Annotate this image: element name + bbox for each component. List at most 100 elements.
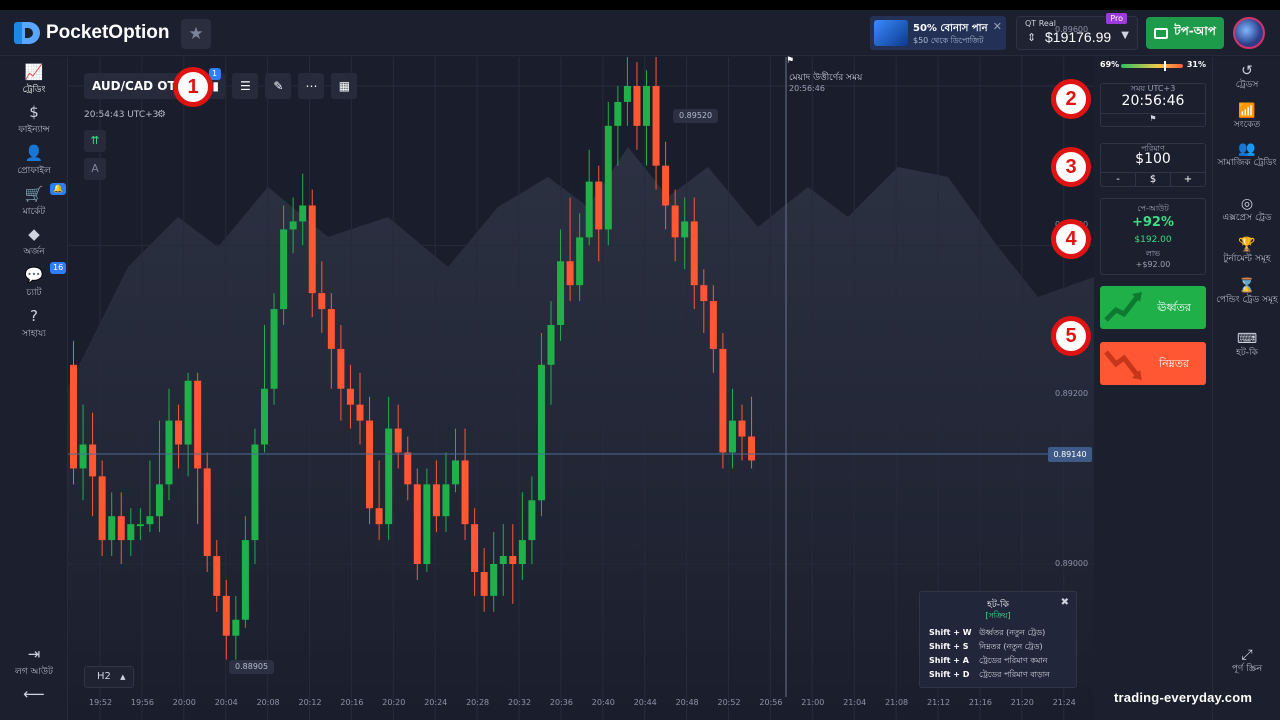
sidebar-item-signals[interactable]: 📶 সংকেত (1213, 103, 1280, 131)
currency-toggle-button[interactable]: $ (1136, 173, 1171, 186)
candle-down[interactable] (700, 285, 708, 302)
candle-down[interactable] (509, 556, 517, 564)
candle-down[interactable] (318, 293, 326, 310)
candle-up[interactable] (155, 484, 163, 517)
candle-up[interactable] (423, 484, 431, 564)
avatar[interactable] (1233, 17, 1265, 49)
candle-down[interactable] (461, 460, 469, 525)
candle-up[interactable] (499, 556, 507, 564)
candle-down[interactable] (98, 476, 106, 541)
candle-down[interactable] (471, 524, 479, 572)
expiration-time-field[interactable]: সময় UTC+3 20:56:46 ⚑ (1100, 83, 1206, 127)
sidebar-item-market[interactable]: 🛒 মার্কেট 🔔 (0, 183, 68, 219)
candle-down[interactable] (375, 508, 383, 525)
candle-down[interactable] (308, 205, 316, 294)
sidebar-item-express-trade[interactable]: ◎ এক্সপ্রেস ট্রেড (1213, 196, 1280, 224)
more-button[interactable]: ⋯ (298, 73, 325, 99)
hotkeys-close-icon[interactable]: ✖ (1061, 597, 1069, 608)
candle-down[interactable] (194, 380, 202, 469)
candle-up[interactable] (490, 564, 498, 596)
sidebar-item-social-trading[interactable]: 👥 সামাজিক ট্রেডিং (1213, 141, 1280, 169)
candle-down[interactable] (719, 348, 727, 453)
favorite-star-button[interactable]: ★ (181, 19, 211, 49)
candle-down[interactable] (356, 404, 364, 421)
bonus-promo-banner[interactable]: 50% বোনাস পান $50 থেকে ডিপোজিট ✕ (870, 16, 1006, 50)
sidebar-item-tournaments[interactable]: 🏆 টুর্নামেন্ট সমূহ (1213, 237, 1280, 265)
candle-up[interactable] (385, 428, 393, 525)
collapse-sidebar-button[interactable]: ⟵ (0, 685, 68, 703)
sidebar-item-finance[interactable]: $ ফাইন্যান্স (0, 103, 68, 137)
candle-up[interactable] (299, 205, 307, 222)
candle-up[interactable] (537, 364, 545, 501)
candle-up[interactable] (127, 524, 135, 541)
amount-field[interactable]: পরিমাণ $100 - $ + (1100, 143, 1206, 187)
candle-up[interactable] (165, 420, 173, 485)
flag-icon[interactable]: ⚑ (1101, 113, 1205, 126)
sidebar-item-profile[interactable]: 👤 প্রোফাইল (0, 144, 68, 178)
candle-up[interactable] (108, 516, 116, 541)
candle-down[interactable] (203, 468, 211, 557)
candle-up[interactable] (261, 388, 268, 445)
candle-down[interactable] (671, 205, 679, 238)
candle-down[interactable] (404, 452, 412, 485)
candle-up[interactable] (528, 500, 536, 541)
candle-up[interactable] (681, 221, 689, 238)
candle-down[interactable] (566, 261, 574, 286)
candle-down[interactable] (652, 86, 660, 166)
candle-up[interactable] (547, 325, 555, 365)
candle-up[interactable] (452, 460, 459, 485)
amount-decrease-button[interactable]: - (1101, 173, 1136, 186)
candle-up[interactable] (614, 101, 622, 126)
candle-up[interactable] (585, 181, 593, 238)
candle-down[interactable] (595, 181, 603, 230)
candle-up[interactable] (518, 540, 526, 564)
candle-up[interactable] (623, 86, 631, 102)
topup-button[interactable]: টপ-আপ (1146, 17, 1224, 49)
candle-down[interactable] (337, 348, 345, 389)
promo-close-icon[interactable]: ✕ (993, 20, 1002, 33)
amount-increase-button[interactable]: + (1171, 173, 1205, 186)
candle-down[interactable] (480, 571, 488, 596)
candle-down[interactable] (70, 364, 77, 469)
candle-down[interactable] (89, 444, 97, 477)
logo[interactable]: PocketOption (14, 22, 170, 44)
auto-scale-button[interactable]: A (84, 158, 106, 180)
drawing-button[interactable]: ✎ (265, 73, 292, 99)
sidebar-item-chat[interactable]: 💬 চ্যাট 16 (0, 262, 68, 300)
candle-up[interactable] (136, 524, 144, 527)
candle-down[interactable] (738, 420, 746, 437)
candle-up[interactable] (557, 261, 565, 325)
candle-down[interactable] (327, 309, 335, 349)
amount-value[interactable]: $100 (1101, 151, 1205, 167)
candle-up[interactable] (442, 484, 450, 517)
candle-down[interactable] (748, 436, 756, 461)
trend-up-button[interactable]: ⇈ (84, 130, 106, 152)
candle-up[interactable] (241, 540, 249, 620)
candle-up[interactable] (289, 221, 297, 230)
candle-down[interactable] (117, 516, 125, 541)
candle-down[interactable] (222, 595, 230, 636)
candle-down[interactable] (432, 484, 440, 517)
sidebar-item-achievements[interactable]: ◆ অর্জন (0, 225, 68, 259)
timeframe-button[interactable]: H2 ▲ (84, 666, 134, 688)
candle-down[interactable] (709, 301, 717, 349)
sidebar-item-trading[interactable]: 📈 ট্রেডিং (0, 63, 68, 97)
candle-up[interactable] (146, 516, 154, 525)
fullscreen-button[interactable]: ⤢ পূর্ণ স্ক্রিন (1213, 647, 1280, 675)
logout-button[interactable]: ⇥ লগ আউট (0, 645, 68, 679)
candle-down[interactable] (633, 86, 641, 126)
candle-up[interactable] (280, 229, 288, 310)
candle-up[interactable] (270, 309, 278, 389)
candle-down[interactable] (662, 165, 670, 206)
candle-up[interactable] (184, 380, 192, 445)
clock-settings-icon[interactable]: ⚙ (157, 109, 166, 120)
higher-button[interactable]: ঊর্ধ্বতর (1100, 286, 1206, 329)
candle-up[interactable] (232, 619, 240, 636)
candle-up[interactable] (251, 444, 259, 541)
sidebar-item-help[interactable]: ? সাহায্য (0, 307, 68, 341)
candle-down[interactable] (690, 221, 698, 286)
sidebar-item-hotkeys[interactable]: ⌨ হট-কি (1213, 331, 1280, 359)
sidebar-item-trades[interactable]: ↺ ট্রেডস (1213, 63, 1280, 91)
indicators-button[interactable]: ☰ (232, 73, 259, 99)
candle-down[interactable] (213, 556, 221, 596)
